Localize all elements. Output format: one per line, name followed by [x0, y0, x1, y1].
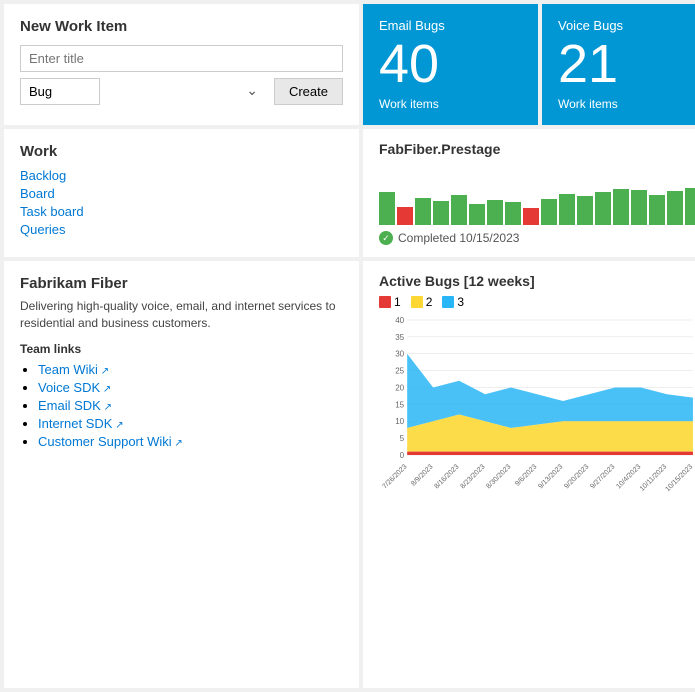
fabfiber-panel: FabFiber.Prestage ✓ Completed 10/15/2023 [363, 129, 695, 257]
bar [397, 207, 413, 225]
svg-text:8/9/2023: 8/9/2023 [410, 463, 434, 487]
voice-bugs-title: Voice Bugs [558, 18, 695, 33]
work-section-title: Work [20, 143, 343, 160]
check-icon: ✓ [379, 231, 393, 245]
legend-dot-1 [379, 296, 391, 308]
svg-text:8/16/2023: 8/16/2023 [433, 463, 460, 490]
svg-text:10/15/2023: 10/15/2023 [664, 463, 694, 493]
svg-text:8/30/2023: 8/30/2023 [485, 463, 512, 490]
list-item: Customer Support Wiki [38, 434, 343, 449]
fabrikam-panel: Fabrikam Fiber Delivering high-quality v… [4, 261, 359, 688]
svg-text:10/4/2023: 10/4/2023 [615, 463, 642, 490]
board-link[interactable]: Board [20, 186, 343, 201]
legend-item-3: 3 [442, 295, 464, 309]
bar [667, 191, 683, 225]
completed-row: ✓ Completed 10/15/2023 [379, 231, 695, 245]
svg-text:25: 25 [395, 367, 404, 376]
legend-label-3: 3 [457, 295, 464, 309]
fabrikam-description: Delivering high-quality voice, email, an… [20, 298, 343, 332]
bar [433, 201, 449, 225]
svg-text:20: 20 [395, 384, 404, 393]
area-chart-svg: 0 5 10 15 20 25 30 35 40 7/26/20238/9/20238/16/20… [379, 315, 695, 515]
voice-sdk-link[interactable]: Voice SDK [38, 380, 111, 395]
svg-text:9/20/2023: 9/20/2023 [563, 463, 590, 490]
bar [451, 195, 467, 225]
tiles-row: Email Bugs 40 Work items Voice Bugs 21 W… [363, 4, 695, 125]
list-item: Voice SDK [38, 380, 343, 395]
svg-text:9/27/2023: 9/27/2023 [589, 463, 616, 490]
bar [523, 208, 539, 225]
completed-text: Completed 10/15/2023 [398, 231, 519, 245]
bar [559, 194, 575, 225]
svg-text:0: 0 [400, 451, 405, 460]
svg-text:7/26/2023: 7/26/2023 [381, 463, 408, 490]
legend-item-1: 1 [379, 295, 401, 309]
team-links-list: Team Wiki Voice SDK Email SDK Internet S… [20, 362, 343, 449]
bar [505, 202, 521, 225]
list-item: Email SDK [38, 398, 343, 413]
svg-text:9/13/2023: 9/13/2023 [537, 463, 564, 490]
team-wiki-link[interactable]: Team Wiki [38, 362, 109, 377]
bar [649, 195, 665, 225]
create-button[interactable]: Create [274, 78, 343, 105]
svg-text:10: 10 [395, 417, 404, 426]
bar [613, 189, 629, 225]
internet-sdk-link[interactable]: Internet SDK [38, 416, 124, 431]
fabfiber-bar-chart [379, 165, 695, 225]
bar [577, 196, 593, 225]
svg-text:40: 40 [395, 316, 404, 325]
list-item: Internet SDK [38, 416, 343, 431]
bar [541, 199, 557, 225]
bar [487, 200, 503, 225]
legend-item-2: 2 [411, 295, 433, 309]
fabrikam-title: Fabrikam Fiber [20, 275, 343, 292]
bar [595, 192, 611, 225]
taskboard-link[interactable]: Task board [20, 204, 343, 219]
voice-bugs-count: 21 [558, 37, 695, 91]
legend-dot-2 [411, 296, 423, 308]
email-bugs-subtitle: Work items [379, 97, 522, 111]
email-bugs-tile: Email Bugs 40 Work items [363, 4, 538, 125]
team-links-heading: Team links [20, 342, 343, 356]
fabfiber-title: FabFiber.Prestage [379, 141, 695, 157]
svg-text:15: 15 [395, 400, 404, 409]
active-bugs-chart: 0 5 10 15 20 25 30 35 40 7/26/20238/9/20238/16/20… [379, 315, 695, 515]
email-bugs-title: Email Bugs [379, 18, 522, 33]
active-bugs-title: Active Bugs [12 weeks] [379, 273, 695, 289]
new-work-item-panel: New Work Item Bug Task User Story Epic C… [4, 4, 359, 125]
backlog-link[interactable]: Backlog [20, 168, 343, 183]
svg-text:8/23/2023: 8/23/2023 [459, 463, 486, 490]
svg-text:9/6/2023: 9/6/2023 [514, 463, 538, 487]
bar [685, 188, 695, 225]
chart-legend: 1 2 3 [379, 295, 695, 309]
svg-text:35: 35 [395, 333, 404, 342]
bar [379, 192, 395, 225]
work-panel: Work Backlog Board Task board Queries [4, 129, 359, 257]
voice-bugs-tile: Voice Bugs 21 Work items [542, 4, 695, 125]
svg-text:5: 5 [400, 434, 405, 443]
bar [469, 204, 485, 225]
new-work-item-title: New Work Item [20, 18, 343, 35]
svg-text:30: 30 [395, 350, 404, 359]
queries-link[interactable]: Queries [20, 222, 343, 237]
email-sdk-link[interactable]: Email SDK [38, 398, 112, 413]
list-item: Team Wiki [38, 362, 343, 377]
customer-support-wiki-link[interactable]: Customer Support Wiki [38, 434, 183, 449]
voice-bugs-subtitle: Work items [558, 97, 695, 111]
bar [631, 190, 647, 225]
legend-label-2: 2 [426, 295, 433, 309]
work-type-select[interactable]: Bug Task User Story Epic [20, 78, 100, 105]
bar [415, 198, 431, 225]
email-bugs-count: 40 [379, 37, 522, 91]
active-bugs-panel: Active Bugs [12 weeks] 1 2 3 0 5 10 15 20 25 3… [363, 261, 695, 688]
legend-dot-3 [442, 296, 454, 308]
legend-label-1: 1 [394, 295, 401, 309]
work-item-title-input[interactable] [20, 45, 343, 72]
